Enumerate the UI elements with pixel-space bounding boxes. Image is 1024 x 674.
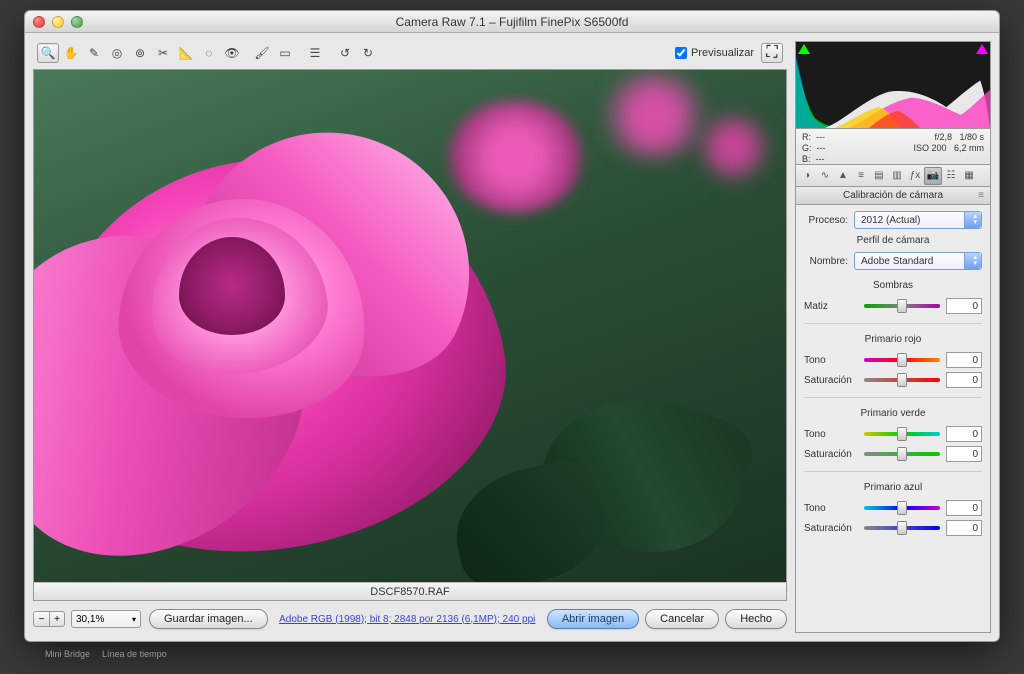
tab-curve-icon[interactable]: ∿: [816, 167, 834, 185]
adjustment-brush-icon[interactable]: 🖌: [251, 43, 273, 63]
right-pane: R: --- G: --- B: --- f/2,8 1/80 s ISO 20…: [795, 41, 991, 633]
blue-sat-slider[interactable]: [864, 519, 940, 537]
status-timeline[interactable]: Línea de tiempo: [102, 649, 167, 659]
preview-checkbox-label[interactable]: Previsualizar: [675, 47, 754, 59]
cancel-button[interactable]: Cancelar: [645, 609, 719, 629]
process-label: Proceso:: [804, 215, 848, 226]
zoom-tool-icon[interactable]: 🔍: [37, 43, 59, 63]
zoom-select[interactable]: 30,1%: [71, 610, 141, 628]
calibration-panel: Proceso: 2012 (Actual)▴▾ Perfil de cámar…: [795, 205, 991, 633]
profile-select[interactable]: Adobe Standard▴▾: [854, 252, 982, 270]
straighten-icon[interactable]: 📐: [175, 43, 197, 63]
green-sat-slider[interactable]: [864, 445, 940, 463]
open-image-button[interactable]: Abrir imagen: [547, 609, 639, 629]
dialog-content: 🔍 ✋ ✎ ◎ ⊚ ✂ 📐 ◌ 👁 🖌 ▭ ☰ ↺ ↻ Previs: [25, 33, 999, 641]
shadows-header: Sombras: [804, 280, 982, 291]
toolbar: 🔍 ✋ ✎ ◎ ⊚ ✂ 📐 ◌ 👁 🖌 ▭ ☰ ↺ ↻ Previs: [33, 41, 787, 65]
window-controls: [33, 16, 83, 28]
panel-header: Calibración de cámara: [795, 187, 991, 205]
zoom-buttons: − +: [33, 611, 65, 627]
filename-bar: DSCF8570.RAF: [34, 582, 786, 600]
hand-tool-icon[interactable]: ✋: [60, 43, 82, 63]
histogram-svg: [796, 52, 990, 128]
camera-raw-dialog: Camera Raw 7.1 – Fujifilm FinePix S6500f…: [24, 10, 1000, 642]
green-header: Primario verde: [804, 408, 982, 419]
redeye-icon[interactable]: 👁: [221, 43, 243, 63]
camera-profile-header: Perfil de cámara: [804, 235, 982, 246]
rgb-readout: R: --- G: --- B: ---: [802, 132, 826, 161]
preview-label-text: Previsualizar: [691, 47, 754, 59]
rotate-ccw-icon[interactable]: ↺: [334, 43, 356, 63]
zoom-icon[interactable]: [71, 16, 83, 28]
meta-bar: R: --- G: --- B: --- f/2,8 1/80 s ISO 20…: [795, 129, 991, 165]
red-hue-value[interactable]: 0: [946, 352, 982, 368]
tab-lens-icon[interactable]: ▥: [888, 167, 906, 185]
minimize-icon[interactable]: [52, 16, 64, 28]
zoom-in-button[interactable]: +: [49, 611, 65, 627]
tab-detail-icon[interactable]: ▲: [834, 167, 852, 185]
tab-basic-icon[interactable]: ◑: [798, 167, 816, 185]
red-hue-slider[interactable]: [864, 351, 940, 369]
shadows-hue-label: Matiz: [804, 301, 858, 312]
tab-split-icon[interactable]: ▤: [870, 167, 888, 185]
red-hue-label: Tono: [804, 355, 858, 366]
blue-sat-label: Saturación: [804, 523, 858, 534]
red-sat-slider[interactable]: [864, 371, 940, 389]
tab-snapshots-icon[interactable]: ▦: [960, 167, 978, 185]
left-pane: 🔍 ✋ ✎ ◎ ⊚ ✂ 📐 ◌ 👁 🖌 ▭ ☰ ↺ ↻ Previs: [33, 41, 787, 633]
rotate-cw-icon[interactable]: ↻: [357, 43, 379, 63]
preferences-icon[interactable]: ☰: [304, 43, 326, 63]
name-label: Nombre:: [804, 256, 848, 267]
green-hue-value[interactable]: 0: [946, 426, 982, 442]
done-button[interactable]: Hecho: [725, 609, 787, 629]
green-hue-slider[interactable]: [864, 425, 940, 443]
red-sat-value[interactable]: 0: [946, 372, 982, 388]
graduated-filter-icon[interactable]: ▭: [274, 43, 296, 63]
color-sampler-icon[interactable]: ◎: [106, 43, 128, 63]
bottom-bar: − + 30,1% Guardar imagen... Adobe RGB (1…: [33, 605, 787, 633]
blue-hue-label: Tono: [804, 503, 858, 514]
filename-text: DSCF8570.RAF: [370, 586, 449, 598]
workflow-options-link[interactable]: Adobe RGB (1998); bit 8; 2848 por 2136 (…: [279, 614, 535, 625]
image-canvas[interactable]: [34, 70, 786, 582]
spot-removal-icon[interactable]: ◌: [198, 43, 220, 63]
tab-calibration-icon[interactable]: 📷: [924, 167, 942, 185]
blue-hue-value[interactable]: 0: [946, 500, 982, 516]
white-balance-icon[interactable]: ✎: [83, 43, 105, 63]
tab-fx-icon[interactable]: ƒx: [906, 167, 924, 185]
green-sat-value[interactable]: 0: [946, 446, 982, 462]
tab-hsl-icon[interactable]: ≡: [852, 167, 870, 185]
image-preview-frame: DSCF8570.RAF: [33, 69, 787, 601]
app-status-bar: Mini Bridge Línea de tiempo: [45, 649, 167, 659]
save-image-button[interactable]: Guardar imagen...: [149, 609, 268, 629]
shadows-hue-slider[interactable]: [864, 297, 940, 315]
tab-presets-icon[interactable]: ☷: [942, 167, 960, 185]
status-mini-bridge[interactable]: Mini Bridge: [45, 649, 90, 659]
titlebar: Camera Raw 7.1 – Fujifilm FinePix S6500f…: [25, 11, 999, 33]
blue-header: Primario azul: [804, 482, 982, 493]
red-header: Primario rojo: [804, 334, 982, 345]
crop-tool-icon[interactable]: ✂: [152, 43, 174, 63]
close-icon[interactable]: [33, 16, 45, 28]
targeted-adjust-icon[interactable]: ⊚: [129, 43, 151, 63]
fullscreen-toggle-icon[interactable]: ⛶: [761, 43, 783, 63]
red-sat-label: Saturación: [804, 375, 858, 386]
blue-hue-slider[interactable]: [864, 499, 940, 517]
zoom-out-button[interactable]: −: [33, 611, 49, 627]
green-hue-label: Tono: [804, 429, 858, 440]
process-select[interactable]: 2012 (Actual)▴▾: [854, 211, 982, 229]
exif-readout: f/2,8 1/80 s ISO 200 6,2 mm: [913, 132, 984, 161]
blue-sat-value[interactable]: 0: [946, 520, 982, 536]
panel-tabs: ◑ ∿ ▲ ≡ ▤ ▥ ƒx 📷 ☷ ▦: [795, 165, 991, 187]
window-title: Camera Raw 7.1 – Fujifilm FinePix S6500f…: [396, 15, 629, 29]
preview-checkbox[interactable]: [675, 47, 687, 59]
shadows-hue-value[interactable]: 0: [946, 298, 982, 314]
histogram[interactable]: [795, 41, 991, 129]
green-sat-label: Saturación: [804, 449, 858, 460]
